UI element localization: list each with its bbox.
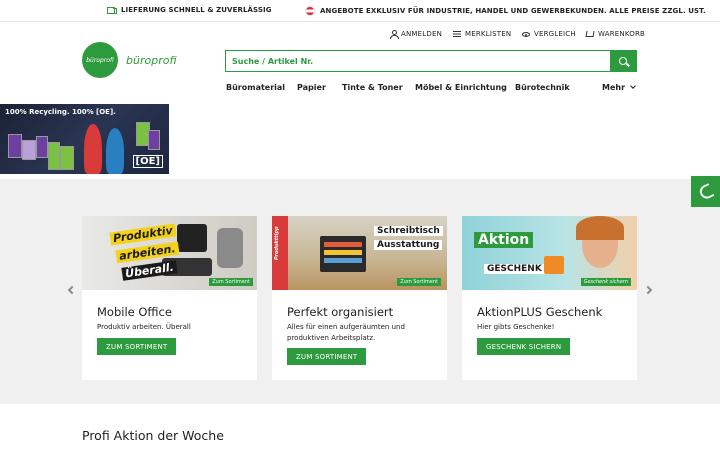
austria-flag-icon	[305, 6, 315, 16]
search-button[interactable]	[610, 51, 636, 71]
backpack-shape	[217, 228, 243, 268]
image-text-1: Schreibtisch	[374, 226, 443, 236]
image-text-3: Überall.	[121, 260, 178, 281]
search-icon	[619, 57, 627, 65]
eye-icon	[522, 31, 530, 37]
nav-tinte-toner[interactable]: Tinte & Toner	[342, 83, 403, 92]
compare-link[interactable]: VERGLEICH	[522, 30, 576, 38]
drawer	[324, 242, 362, 247]
oe-badge: [OE]	[132, 155, 163, 168]
product-pack	[22, 140, 36, 160]
truck-icon	[107, 7, 117, 14]
cart-label: WARENKORB	[598, 30, 646, 38]
teaser-card-organized[interactable]: Produkttipp Schreibtisch Ausstattung Zum…	[272, 216, 447, 380]
brand-logo[interactable]: büroprofi büroprofi	[82, 42, 177, 78]
phone-contact-button[interactable]	[691, 176, 720, 207]
teaser-image: Aktion GESCHENK Geschenk sichern	[462, 216, 637, 290]
teaser-image: Produkttipp Schreibtisch Ausstattung Zum…	[272, 216, 447, 290]
promo-banner[interactable]: 100% Recycling. 100% [OE]. [OE]	[0, 104, 169, 174]
nav-more[interactable]: Mehr	[602, 83, 636, 92]
logo-circle: büroprofi	[82, 42, 118, 78]
card-description: Alles für einen aufgeräumten und produkt…	[287, 323, 405, 342]
image-text-1: Aktion	[474, 232, 534, 248]
product-pack	[8, 134, 22, 158]
wishlist-label: MERKLISTEN	[465, 30, 512, 38]
image-tag: Zum Sortiment	[209, 278, 253, 286]
person-figure	[106, 128, 124, 174]
delivery-info: LIEFERUNG SCHNELL & ZUVERLÄSSIG	[107, 6, 272, 14]
image-text-2: Ausstattung	[374, 240, 443, 250]
chevron-down-icon	[630, 83, 636, 89]
organizer-shape	[177, 224, 207, 252]
product-pack	[48, 142, 60, 170]
nav-moebel[interactable]: Möbel & Einrichtung	[415, 83, 507, 92]
nav-bueromaterial[interactable]: Büromaterial	[226, 83, 285, 92]
b2b-text: ANGEBOTE EXKLUSIV FÜR INDUSTRIE, HANDEL …	[320, 7, 706, 15]
delivery-text: LIEFERUNG SCHNELL & ZUVERLÄSSIG	[121, 6, 272, 14]
login-label: ANMELDEN	[401, 30, 443, 38]
mobile-office-button[interactable]: ZUM SORTIMENT	[97, 338, 177, 355]
image-text-2: GESCHENK	[484, 264, 545, 274]
list-icon	[453, 31, 461, 37]
banner-headline: 100% Recycling. 100% [OE].	[5, 108, 116, 116]
search-input[interactable]	[226, 51, 610, 71]
cart-icon	[585, 31, 595, 37]
wishlist-link[interactable]: MERKLISTEN	[453, 30, 511, 38]
card-title: Mobile Office	[97, 305, 172, 319]
gift-box-shape	[544, 256, 564, 274]
compare-label: VERGLEICH	[534, 30, 576, 38]
nav-buerotechnik[interactable]: Bürotechnik	[515, 83, 570, 92]
nav-more-label: Mehr	[602, 83, 626, 92]
nav-papier[interactable]: Papier	[297, 83, 326, 92]
top-info-bar: LIEFERUNG SCHNELL & ZUVERLÄSSIG ANGEBOTE…	[0, 0, 720, 22]
product-pack	[148, 130, 160, 150]
phone-icon	[697, 182, 714, 201]
card-title: Perfekt organisiert	[287, 305, 394, 319]
product-pack	[36, 136, 48, 158]
card-description: Hier gibts Geschenke!	[477, 323, 555, 331]
b2b-info: ANGEBOTE EXKLUSIV FÜR INDUSTRIE, HANDEL …	[305, 6, 706, 16]
teaser-image: Produktiv arbeiten. Überall. Zum Sortime…	[82, 216, 257, 290]
teaser-card-mobile-office[interactable]: Produktiv arbeiten. Überall. Zum Sortime…	[82, 216, 257, 380]
login-link[interactable]: ANMELDEN	[390, 30, 443, 39]
logo-wordmark: büroprofi	[126, 53, 177, 67]
cart-link[interactable]: WARENKORB	[585, 30, 646, 38]
user-icon	[390, 30, 399, 39]
product-pack	[60, 146, 74, 170]
organized-button[interactable]: ZUM SORTIMENT	[287, 348, 367, 365]
woman-hair-shape	[576, 216, 624, 240]
gift-button[interactable]: GESCHENK SICHERN	[477, 338, 571, 355]
image-tag: Zum Sortiment	[397, 278, 441, 286]
drawer	[324, 258, 362, 263]
image-side-text: Produkttipp	[274, 226, 280, 260]
card-description: Produktiv arbeiten. Überall	[97, 323, 191, 331]
teaser-card-aktionplus[interactable]: Aktion GESCHENK Geschenk sichern AktionP…	[462, 216, 637, 380]
search-bar	[225, 50, 637, 72]
image-tag: Geschenk sichern	[580, 278, 631, 286]
card-title: AktionPLUS Geschenk	[477, 305, 603, 319]
drawer	[324, 250, 362, 255]
section-title: Profi Aktion der Woche	[82, 428, 224, 443]
person-figure	[84, 124, 102, 174]
